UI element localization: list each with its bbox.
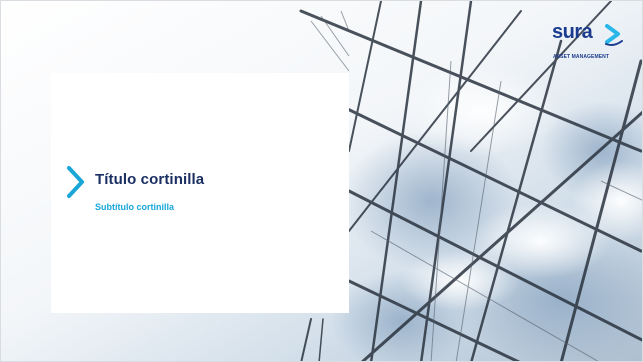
slide-title: Título cortinilla xyxy=(95,171,205,188)
sura-logo: sura ASSET MANAGEMENT xyxy=(552,21,630,65)
logo-brand-text: sura xyxy=(552,21,593,43)
chevron-right-icon xyxy=(67,166,84,198)
presentation-slide: Título cortinilla Subtítulo cortinilla s… xyxy=(0,0,643,362)
logo-tagline: ASSET MANAGEMENT xyxy=(553,54,610,60)
title-card: Título cortinilla Subtítulo cortinilla xyxy=(51,73,349,313)
slide-subtitle: Subtítulo cortinilla xyxy=(95,202,174,212)
sura-arrow-mark xyxy=(605,24,623,46)
